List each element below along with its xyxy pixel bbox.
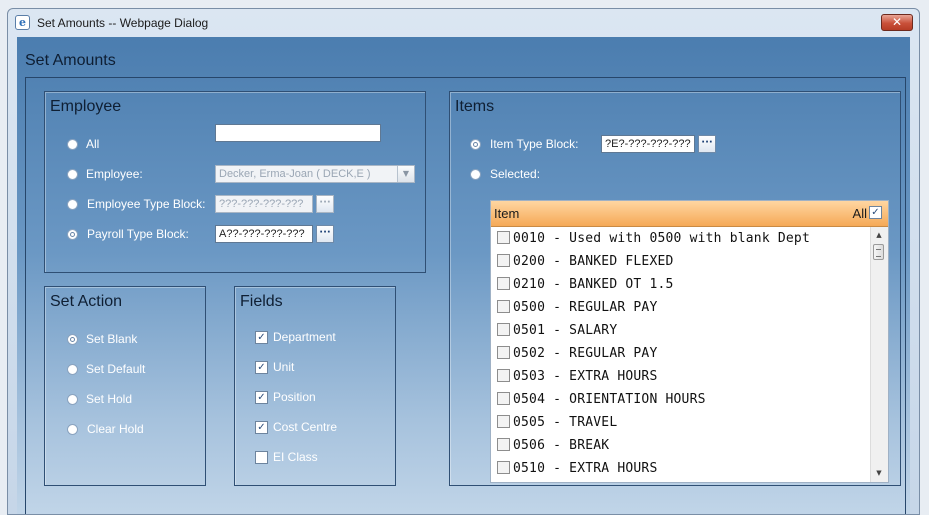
payroll-type-block-input[interactable]: A??-???-???-??? bbox=[215, 225, 313, 243]
page-title: Set Amounts bbox=[25, 52, 116, 69]
table-row[interactable]: 0210 - BANKED OT 1.5 bbox=[491, 273, 871, 296]
payroll-type-block-radio[interactable] bbox=[67, 229, 78, 240]
scroll-up-icon[interactable]: ▲ bbox=[871, 227, 887, 244]
dialog-window: e Set Amounts -- Webpage Dialog ✕ Set Am… bbox=[7, 8, 920, 515]
table-row[interactable]: 0506 - BREAK bbox=[491, 434, 871, 457]
items-heading: Items bbox=[455, 98, 495, 115]
ie-page-icon: e bbox=[15, 15, 30, 30]
title-bar: e Set Amounts -- Webpage Dialog ✕ bbox=[8, 9, 919, 37]
scroll-thumb[interactable] bbox=[873, 244, 884, 260]
department-label: Department bbox=[273, 330, 336, 344]
table-row[interactable]: 0504 - ORIENTATION HOURS bbox=[491, 388, 871, 411]
row-checkbox[interactable] bbox=[497, 277, 510, 290]
ellipsis-icon[interactable]: ··· bbox=[316, 225, 334, 243]
cost-centre-label: Cost Centre bbox=[273, 420, 338, 434]
row-checkbox[interactable] bbox=[497, 369, 510, 382]
employee-type-block-radio[interactable] bbox=[67, 199, 78, 210]
grid-scrollbar[interactable]: ▲ ▼ bbox=[870, 227, 888, 482]
employee-label: Employee: bbox=[86, 167, 143, 181]
row-label: 0505 - TRAVEL bbox=[513, 415, 618, 430]
position-checkbox[interactable]: ✓ bbox=[255, 391, 268, 404]
clear-hold-label: Clear Hold bbox=[87, 422, 144, 436]
employee-radio[interactable] bbox=[67, 169, 78, 180]
row-checkbox[interactable] bbox=[497, 415, 510, 428]
item-type-block-radio[interactable] bbox=[470, 139, 481, 150]
row-checkbox[interactable] bbox=[497, 300, 510, 313]
row-label: 0502 - REGULAR PAY bbox=[513, 346, 658, 361]
dialog-body: Set Amounts Employee All Employee: Decke… bbox=[17, 37, 910, 514]
row-label: 0200 - BANKED FLEXED bbox=[513, 254, 674, 269]
items-grid: Item All ✓ 0010 - Used with 0500 with bl… bbox=[490, 200, 889, 483]
table-row[interactable]: 0502 - REGULAR PAY bbox=[491, 342, 871, 365]
table-row[interactable]: 0010 - Used with 0500 with blank Dept bbox=[491, 227, 871, 250]
table-row[interactable]: 0505 - TRAVEL bbox=[491, 411, 871, 434]
ellipsis-icon[interactable]: ··· bbox=[316, 195, 334, 213]
window-title: Set Amounts -- Webpage Dialog bbox=[37, 16, 209, 30]
row-label: 0210 - BANKED OT 1.5 bbox=[513, 277, 674, 292]
department-checkbox[interactable]: ✓ bbox=[255, 331, 268, 344]
row-label: 0510 - EXTRA HOURS bbox=[513, 461, 658, 476]
employee-all-input[interactable] bbox=[215, 124, 381, 142]
employee-select-value: Decker, Erma-Joan ( DECK,E ) bbox=[219, 168, 371, 180]
set-hold-radio[interactable] bbox=[67, 394, 78, 405]
set-hold-label: Set Hold bbox=[86, 392, 133, 406]
table-row[interactable]: 0510 - EXTRA HOURS bbox=[491, 457, 871, 480]
row-label: 0010 - Used with 0500 with blank Dept bbox=[513, 231, 810, 246]
chevron-down-icon[interactable]: ▼ bbox=[397, 166, 414, 182]
unit-label: Unit bbox=[273, 360, 295, 374]
item-type-block-input[interactable]: ?E?-???-???-??? bbox=[601, 135, 695, 153]
table-row[interactable]: 0200 - BANKED FLEXED bbox=[491, 250, 871, 273]
all-label: All bbox=[852, 206, 867, 221]
item-selected-radio[interactable] bbox=[470, 169, 481, 180]
set-blank-label: Set Blank bbox=[86, 332, 138, 346]
employee-all-radio[interactable] bbox=[67, 139, 78, 150]
row-checkbox[interactable] bbox=[497, 438, 510, 451]
row-label: 0503 - EXTRA HOURS bbox=[513, 369, 658, 384]
row-checkbox[interactable] bbox=[497, 346, 510, 359]
row-checkbox[interactable] bbox=[497, 231, 510, 244]
ei-class-label: EI Class bbox=[273, 450, 318, 464]
row-label: 0506 - BREAK bbox=[513, 438, 610, 453]
table-row[interactable]: 0500 - REGULAR PAY bbox=[491, 296, 871, 319]
set-default-radio[interactable] bbox=[67, 364, 78, 375]
position-label: Position bbox=[273, 390, 316, 404]
set-blank-radio[interactable] bbox=[67, 334, 78, 345]
employee-heading: Employee bbox=[50, 98, 122, 115]
set-action-group: Set Action Set Blank Set Default Set Hol… bbox=[44, 286, 206, 486]
row-checkbox[interactable] bbox=[497, 461, 510, 474]
row-label: 0500 - REGULAR PAY bbox=[513, 300, 658, 315]
ei-class-checkbox[interactable] bbox=[255, 451, 268, 464]
item-rows: 0010 - Used with 0500 with blank Dept 02… bbox=[491, 227, 871, 480]
set-default-label: Set Default bbox=[86, 362, 146, 376]
employee-type-block-input[interactable]: ???-???-???-??? bbox=[215, 195, 313, 213]
row-label: 0501 - SALARY bbox=[513, 323, 618, 338]
item-column-header: Item bbox=[494, 206, 520, 221]
row-checkbox[interactable] bbox=[497, 323, 510, 336]
fields-heading: Fields bbox=[240, 293, 283, 310]
employee-group: Employee All Employee: Decker, Erma-Joan… bbox=[44, 91, 426, 273]
clear-hold-radio[interactable] bbox=[67, 424, 78, 435]
scroll-down-icon[interactable]: ▼ bbox=[871, 465, 887, 482]
fields-group: Fields ✓ Department ✓ Unit ✓ Position ✓ … bbox=[234, 286, 396, 486]
ellipsis-icon[interactable]: ··· bbox=[698, 135, 716, 153]
employee-select[interactable]: Decker, Erma-Joan ( DECK,E ) bbox=[215, 165, 415, 183]
select-all-checkbox[interactable]: ✓ bbox=[869, 206, 882, 219]
set-action-heading: Set Action bbox=[50, 293, 123, 310]
employee-type-block-label: Employee Type Block: bbox=[87, 197, 206, 211]
item-selected-label: Selected: bbox=[490, 167, 541, 181]
cost-centre-checkbox[interactable]: ✓ bbox=[255, 421, 268, 434]
table-row[interactable]: 0503 - EXTRA HOURS bbox=[491, 365, 871, 388]
employee-all-label: All bbox=[86, 137, 100, 151]
row-checkbox[interactable] bbox=[497, 254, 510, 267]
payroll-type-block-label: Payroll Type Block: bbox=[87, 227, 189, 241]
row-checkbox[interactable] bbox=[497, 392, 510, 405]
item-type-block-label: Item Type Block: bbox=[490, 137, 579, 151]
close-button[interactable]: ✕ bbox=[881, 14, 913, 31]
grid-header: Item All ✓ bbox=[491, 201, 888, 227]
row-label: 0504 - ORIENTATION HOURS bbox=[513, 392, 706, 407]
table-row[interactable]: 0501 - SALARY bbox=[491, 319, 871, 342]
unit-checkbox[interactable]: ✓ bbox=[255, 361, 268, 374]
